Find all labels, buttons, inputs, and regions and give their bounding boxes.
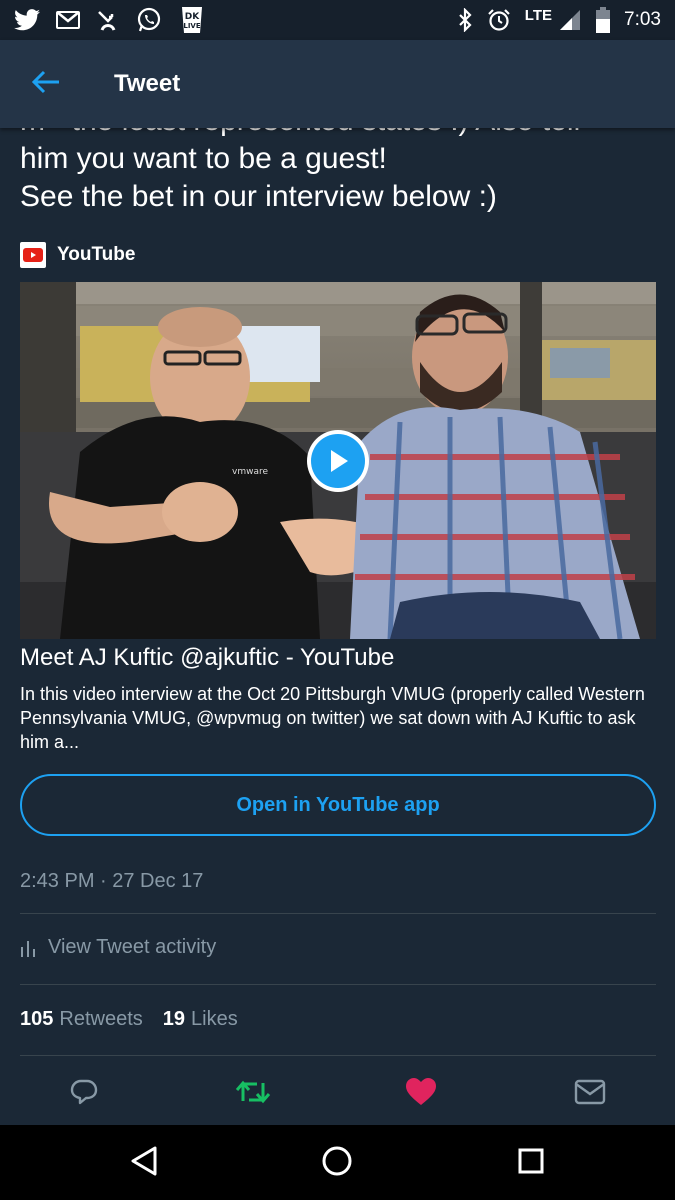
- tweet-text-line: him you want to be a guest!: [20, 142, 387, 175]
- tweet-detail-screen: DK LIVE LTE 7:03 Tweet him you want to b…: [0, 0, 675, 1200]
- page-title: Tweet: [114, 70, 181, 97]
- card-title[interactable]: Meet AJ Kuftic @ajkuftic - YouTube: [20, 644, 394, 672]
- system-status-icons: LTE 7:03: [457, 7, 661, 33]
- engagement-stats: 105 Retweets 19 Likes: [20, 1008, 258, 1031]
- tweet-timestamp: 2:43 PM · 27 Dec 17: [20, 870, 204, 892]
- card-source: YouTube: [20, 242, 135, 268]
- back-button[interactable]: [18, 56, 74, 112]
- tweet-text-line: See the bet in our interview below :): [20, 180, 497, 213]
- reply-button[interactable]: [67, 1077, 101, 1111]
- clock: 7:03: [624, 9, 661, 30]
- youtube-logo-icon: [20, 242, 46, 268]
- svg-text:LIVE: LIVE: [183, 22, 200, 30]
- retweets-label[interactable]: Retweets: [59, 1008, 142, 1031]
- open-in-youtube-button[interactable]: Open in YouTube app: [20, 774, 656, 836]
- nav-back-icon: [129, 1145, 159, 1182]
- nav-recents-icon: [517, 1147, 545, 1180]
- retweet-icon: [235, 1077, 271, 1112]
- direct-message-button[interactable]: [573, 1077, 607, 1111]
- tweet-text-line: m - the least represented states :) Also…: [20, 128, 660, 140]
- bluetooth-icon: [457, 8, 473, 32]
- message-icon: [574, 1078, 606, 1111]
- app-header: Tweet: [0, 40, 675, 128]
- play-button[interactable]: [307, 430, 369, 492]
- notification-icons: DK LIVE: [14, 5, 206, 35]
- tweet-actions: [0, 1063, 675, 1125]
- whatsapp-icon: [136, 7, 162, 33]
- nav-home-icon: [321, 1145, 353, 1182]
- retweets-count[interactable]: 105: [20, 1008, 53, 1031]
- card-description: In this video interview at the Oct 20 Pi…: [20, 684, 645, 752]
- status-bar: DK LIVE LTE 7:03: [0, 0, 675, 40]
- twitter-icon: [14, 9, 40, 31]
- like-icon: [405, 1077, 437, 1112]
- signal-icon: [558, 8, 582, 32]
- view-tweet-activity-link[interactable]: View Tweet activity: [20, 936, 216, 959]
- reply-icon: [69, 1077, 99, 1112]
- tweet-text: m - the least represented states :) Also…: [20, 128, 660, 216]
- dk-live-icon: DK LIVE: [178, 5, 206, 35]
- divider: [20, 1055, 656, 1056]
- video-thumbnail[interactable]: vmware: [20, 282, 656, 639]
- card-source-name: YouTube: [57, 244, 136, 265]
- system-nav-bar: [0, 1125, 675, 1200]
- back-arrow-icon: [31, 70, 61, 99]
- divider: [20, 984, 656, 985]
- alarm-icon: [487, 8, 511, 32]
- nav-back-button[interactable]: [124, 1143, 164, 1183]
- tweet-content: m - the least represented states :) Also…: [0, 128, 675, 1063]
- gmail-icon: [56, 11, 80, 29]
- divider: [20, 913, 656, 914]
- missed-call-icon: [96, 8, 120, 32]
- nav-home-button[interactable]: [317, 1143, 357, 1183]
- play-icon: [311, 434, 365, 488]
- bar-chart-icon: [20, 939, 36, 957]
- svg-text:DK: DK: [185, 12, 200, 22]
- like-button[interactable]: [404, 1077, 438, 1111]
- likes-label[interactable]: Likes: [191, 1008, 238, 1031]
- likes-count[interactable]: 19: [163, 1008, 185, 1031]
- nav-recents-button[interactable]: [511, 1143, 551, 1183]
- network-type: LTE: [524, 6, 553, 24]
- shirt-logo-text: vmware: [232, 467, 268, 477]
- battery-icon: [596, 7, 611, 33]
- activity-label: View Tweet activity: [48, 936, 217, 958]
- retweet-button[interactable]: [235, 1077, 271, 1112]
